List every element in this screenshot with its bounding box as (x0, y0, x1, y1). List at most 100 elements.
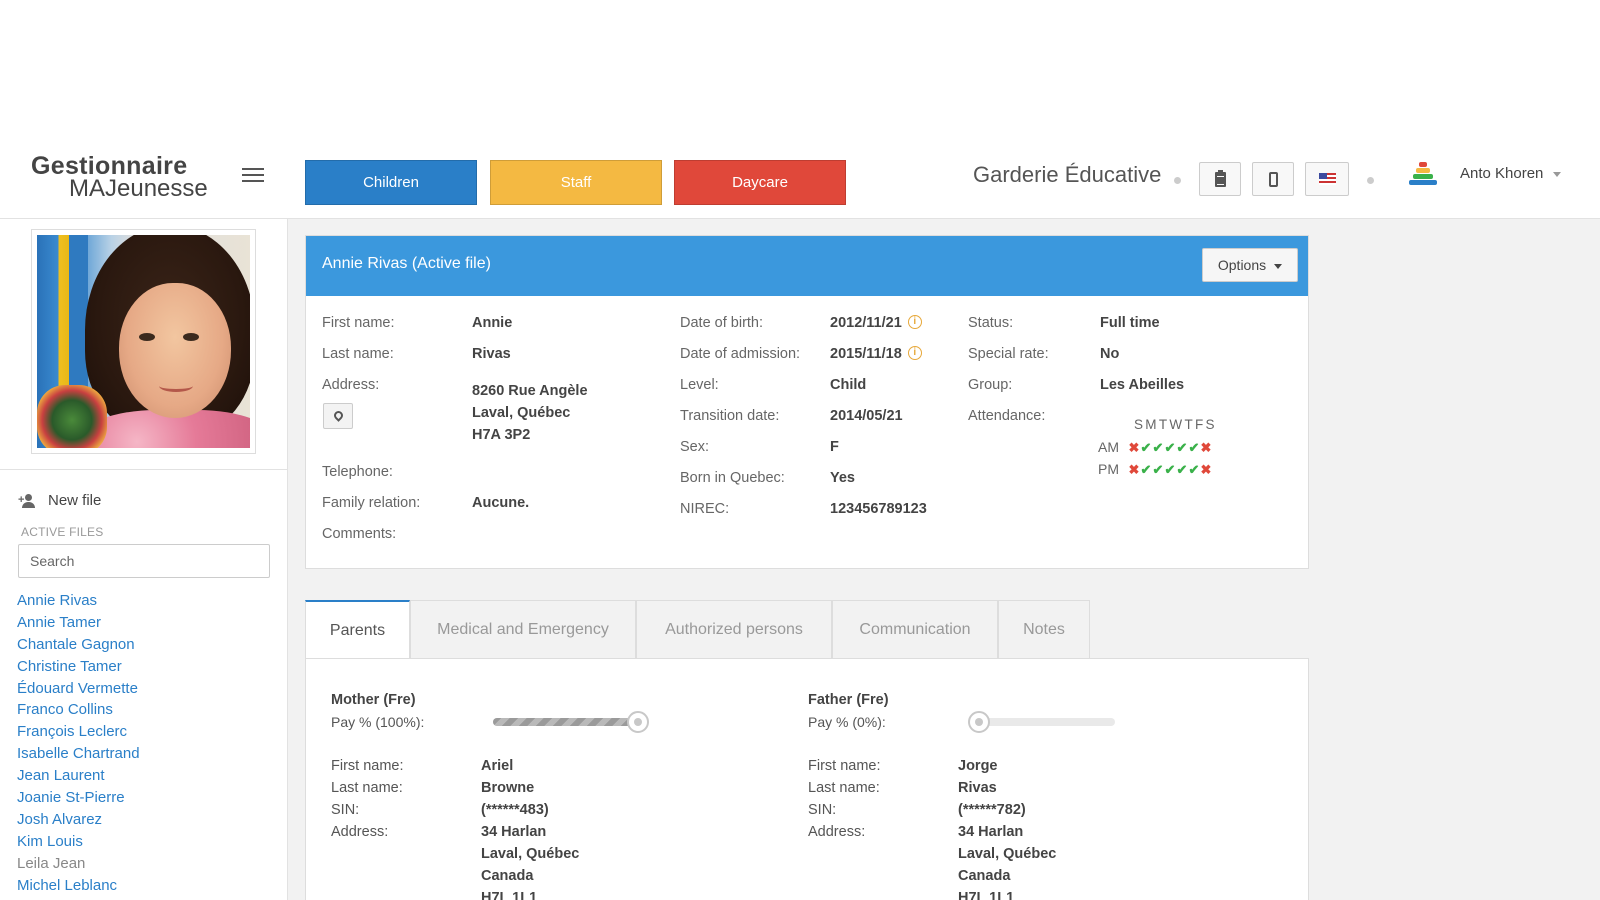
child-photo[interactable] (37, 235, 250, 448)
slider-handle[interactable] (968, 711, 990, 733)
info-icon[interactable]: i (907, 315, 922, 329)
attendance-pm-row: PM ✖✔✔✔✔✔✖ (1098, 461, 1212, 478)
file-link[interactable]: Michel Leblanc (17, 875, 140, 897)
new-file-button[interactable]: + New file (18, 492, 101, 509)
present-icon: ✔ (1176, 440, 1188, 455)
father-address-line-4: H7L 1L1 (958, 890, 1015, 900)
mother-pay-slider[interactable] (493, 711, 649, 733)
user-menu[interactable]: Anto Khoren (1460, 165, 1562, 182)
first-name-label: First name: (322, 315, 395, 331)
child-photo-frame (31, 229, 256, 454)
tab-authorized-persons[interactable]: Authorized persons (636, 600, 832, 659)
daycare-name: Garderie Éducative (973, 162, 1162, 187)
absent-icon: ✖ (1200, 440, 1212, 455)
date-of-admission-field: 2015/11/18 i (830, 346, 922, 362)
father-pay-slider[interactable] (968, 711, 1115, 733)
tab-notes[interactable]: Notes (998, 600, 1090, 659)
born-in-quebec-label: Born in Quebec: (680, 470, 785, 486)
app-logo[interactable]: Gestionnaire MAJeunesse (31, 154, 221, 201)
file-link[interactable]: Édouard Vermette (17, 678, 140, 700)
file-link[interactable]: Joanie St-Pierre (17, 787, 140, 809)
father-title: Father (Fre) (808, 692, 889, 708)
father-address-line-3: Canada (958, 868, 1011, 884)
present-icon: ✔ (1176, 462, 1188, 477)
tab-parents[interactable]: Parents (305, 600, 410, 659)
panel-title: Annie Rivas (Active file) (322, 255, 491, 272)
mother-address-line-3: Canada (481, 868, 534, 884)
mother-address-label: Address: (331, 824, 389, 840)
address-line-2: Laval, Québec (472, 405, 571, 421)
mother-pay-label: Pay % (100%): (331, 714, 425, 730)
father-address-line-2: Laval, Québec (958, 846, 1057, 862)
mobile-button[interactable] (1252, 162, 1294, 196)
family-relation-value: Aucune. (472, 495, 530, 511)
address-label: Address: (322, 377, 380, 393)
file-link[interactable]: Chantale Gagnon (17, 634, 140, 656)
present-icon: ✔ (1152, 462, 1164, 477)
slider-handle[interactable] (627, 711, 649, 733)
present-icon: ✔ (1140, 440, 1152, 455)
born-in-quebec-value: Yes (830, 470, 855, 486)
sex-value: F (830, 439, 839, 455)
info-icon[interactable]: i (907, 346, 922, 360)
nav-daycare-button[interactable]: Daycare (674, 160, 846, 205)
attendance-label: Attendance: (968, 408, 1046, 424)
special-rate-label: Special rate: (968, 346, 1049, 362)
absent-icon: ✖ (1200, 462, 1212, 477)
nav-children-button[interactable]: Children (305, 160, 477, 205)
menu-toggle-icon[interactable] (242, 168, 264, 182)
transition-date-label: Transition date: (680, 408, 780, 424)
chevron-down-icon (1553, 171, 1562, 177)
tab-medical-emergency[interactable]: Medical and Emergency (410, 600, 636, 659)
first-name-value: Annie (472, 315, 513, 331)
present-icon: ✔ (1188, 440, 1200, 455)
nav-staff-button[interactable]: Staff (490, 160, 662, 205)
file-link[interactable]: Annie Tamer (17, 612, 140, 634)
clipboard-button[interactable] (1199, 162, 1241, 196)
logo-line-2: MAJeunesse (69, 175, 208, 202)
father-sin-label: SIN: (808, 802, 837, 818)
options-dropdown-button[interactable]: Options (1202, 248, 1298, 282)
language-button[interactable] (1305, 162, 1349, 196)
tab-communication[interactable]: Communication (832, 600, 998, 659)
file-link[interactable]: Josh Alvarez (17, 809, 140, 831)
map-pin-icon (331, 409, 345, 422)
add-user-icon: + (18, 494, 36, 509)
present-icon: ✔ (1164, 462, 1176, 477)
mother-last-name-label: Last name: (331, 780, 403, 796)
status-label: Status: (968, 315, 1014, 331)
separator-dot (1174, 177, 1181, 184)
mother-sin-label: SIN: (331, 802, 360, 818)
file-link[interactable]: Isabelle Chartrand (17, 743, 140, 765)
mother-first-name-value: Ariel (481, 758, 514, 774)
user-name: Anto Khoren (1460, 165, 1544, 182)
level-label: Level: (680, 377, 719, 393)
mother-address-line-2: Laval, Québec (481, 846, 580, 862)
present-icon: ✔ (1152, 440, 1164, 455)
father-pay-label: Pay % (0%): (808, 714, 886, 730)
group-label: Group: (968, 377, 1013, 393)
file-link[interactable]: Franco Collins (17, 699, 140, 721)
file-link[interactable]: Kim Louis (17, 831, 140, 853)
active-files-heading: ACTIVE FILES (21, 525, 104, 539)
pm-marks: ✖✔✔✔✔✔✖ (1128, 461, 1212, 477)
user-avatar-icon[interactable] (1409, 162, 1437, 188)
chevron-down-icon (1274, 263, 1283, 269)
map-button[interactable] (323, 403, 353, 429)
date-of-admission-value: 2015/11/18 (830, 346, 902, 362)
pm-label: PM (1098, 461, 1119, 477)
us-flag-icon (1318, 173, 1336, 185)
search-input[interactable] (18, 544, 270, 578)
present-icon: ✔ (1140, 462, 1152, 477)
sidebar: + New file ACTIVE FILES Annie Rivas Annie… (0, 219, 288, 900)
file-link[interactable]: Annie Rivas (17, 590, 140, 612)
address-line-3: H7A 3P2 (472, 427, 531, 443)
present-icon: ✔ (1188, 462, 1200, 477)
address-line-1: 8260 Rue Angèle (472, 383, 588, 399)
date-of-admission-label: Date of admission: (680, 346, 801, 362)
file-link[interactable]: Jean Laurent (17, 765, 140, 787)
sex-label: Sex: (680, 439, 710, 455)
file-link[interactable]: Leila Jean (17, 853, 140, 875)
file-link[interactable]: François Leclerc (17, 721, 140, 743)
file-link[interactable]: Christine Tamer (17, 656, 140, 678)
